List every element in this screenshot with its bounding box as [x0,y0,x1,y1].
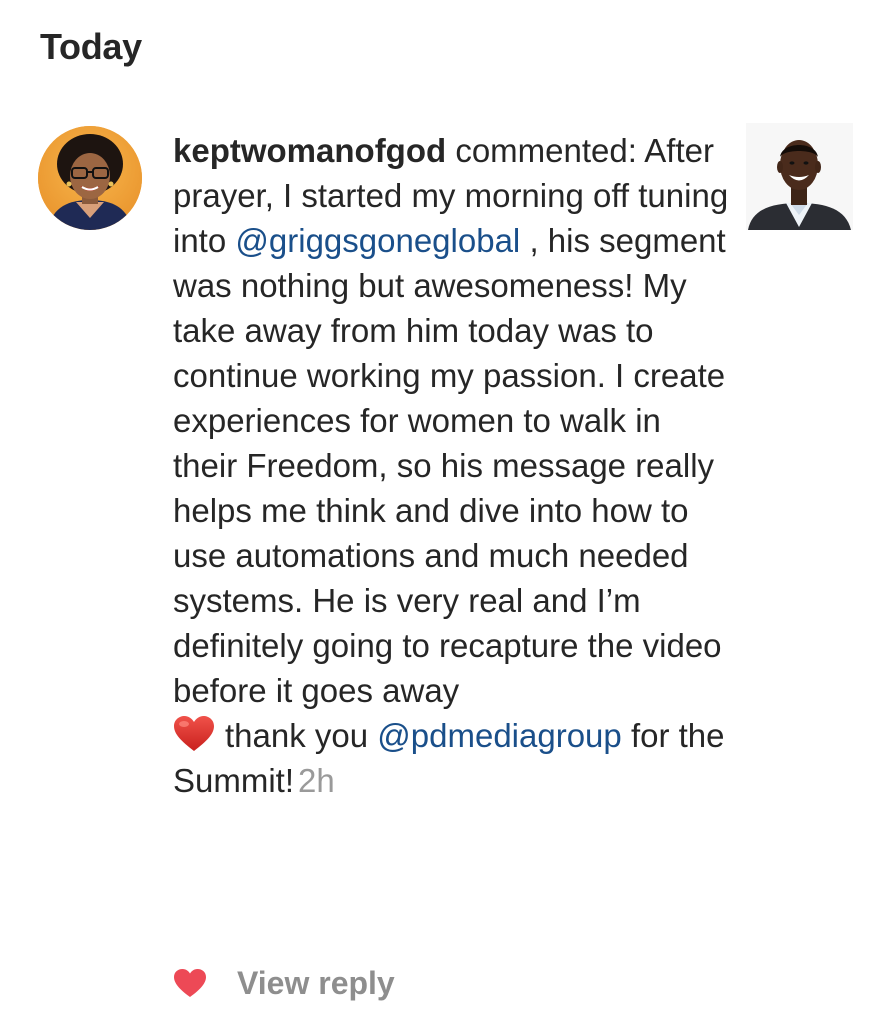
view-reply-button[interactable]: View reply [237,965,395,1002]
heart-icon[interactable] [173,968,207,998]
mention-link-griggsgoneglobal[interactable]: @griggsgoneglobal [235,222,520,259]
username-link[interactable]: keptwomanofgod [173,132,446,169]
comment-body-part-2: , his segment was nothing but awesomenes… [173,222,726,709]
timestamp: 2h [298,762,335,799]
post-thumbnail[interactable] [746,123,853,230]
commenter-avatar[interactable] [38,126,142,230]
comment-text: keptwomanofgod commented: After prayer, … [173,128,733,803]
mention-link-pdmediagroup[interactable]: @pdmediagroup [377,717,622,754]
notification-actions: View reply [173,963,395,1003]
red-heart-emoji-icon [173,716,215,752]
user-avatar-photo-icon [38,126,142,230]
comment-body-part-3: thank you [225,717,369,754]
action-text: commented: [455,132,637,169]
section-title: Today [40,26,142,67]
post-thumbnail-photo-icon [746,123,853,230]
